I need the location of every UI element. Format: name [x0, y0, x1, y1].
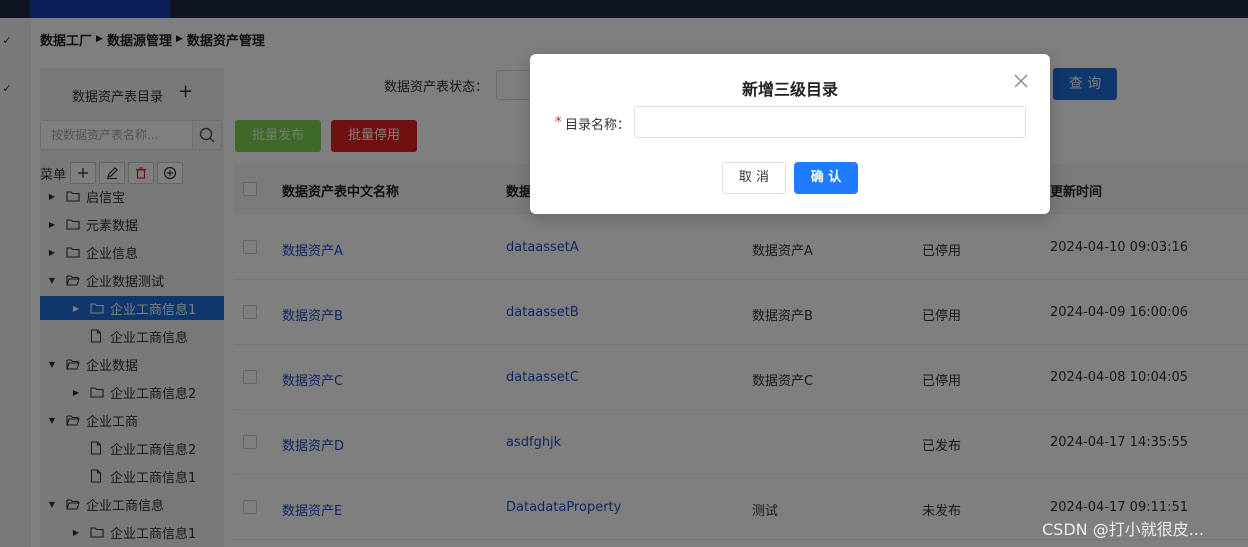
watermark: CSDN @打小就很皮... — [1042, 520, 1204, 539]
close-dialog-button[interactable] — [1012, 72, 1030, 90]
required-mark: * — [555, 115, 562, 130]
catalog-name-label: 目录名称： — [565, 118, 631, 133]
add-catalog-dialog: 新增三级目录 * 目录名称： 取 消 确 认 — [530, 54, 1050, 214]
confirm-button[interactable]: 确 认 — [794, 162, 858, 194]
close-icon — [1014, 74, 1028, 88]
catalog-name-input[interactable] — [634, 106, 1026, 138]
cancel-button[interactable]: 取 消 — [722, 162, 786, 194]
dialog-title: 新增三级目录 — [741, 80, 838, 99]
